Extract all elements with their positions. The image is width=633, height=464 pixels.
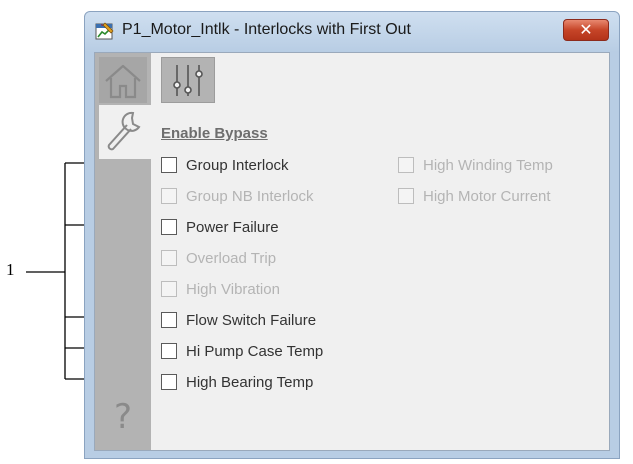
- bypass-checkbox-high-winding-temp: High Winding Temp: [398, 155, 553, 175]
- bypass-checkbox-high-vibration: High Vibration: [161, 279, 280, 299]
- help-icon: ?: [113, 397, 133, 437]
- enable-bypass-heading: Enable Bypass: [161, 125, 268, 142]
- checkbox-label: Group NB Interlock: [186, 187, 314, 205]
- checkbox-box[interactable]: [161, 157, 177, 173]
- faceplate-body: ? Enable Bypass Group Interlock Group NB …: [94, 52, 610, 451]
- help-tab[interactable]: ?: [99, 393, 147, 443]
- bypass-checkbox-high-bearing-temp[interactable]: High Bearing Temp: [161, 372, 313, 392]
- bypass-checkbox-group-interlock[interactable]: Group Interlock: [161, 155, 289, 175]
- checkbox-box: [161, 281, 177, 297]
- checkbox-label: High Bearing Temp: [186, 373, 314, 391]
- checkbox-box[interactable]: [161, 374, 177, 390]
- checkbox-label: Group Interlock: [186, 156, 289, 174]
- checkbox-label: Hi Pump Case Temp: [186, 342, 324, 360]
- bypass-checkbox-high-motor-current: High Motor Current: [398, 186, 551, 206]
- bypass-settings-tab[interactable]: [161, 57, 215, 103]
- sliders-icon: [173, 65, 203, 96]
- checkbox-label: High Motor Current: [423, 187, 551, 205]
- callout-number: 1: [6, 260, 15, 279]
- wrench-icon: [107, 111, 141, 151]
- bypass-checkbox-power-failure[interactable]: Power Failure: [161, 217, 279, 237]
- checkbox-box: [398, 188, 414, 204]
- nav-rail: ?: [95, 53, 151, 450]
- bypass-checkbox-flow-switch-failure[interactable]: Flow Switch Failure: [161, 310, 316, 330]
- checkbox-box: [161, 188, 177, 204]
- close-icon: ✕: [579, 20, 593, 39]
- bypass-checkbox-overload-trip: Overload Trip: [161, 248, 276, 268]
- checkbox-box[interactable]: [161, 312, 177, 328]
- title-bar[interactable]: P1_Motor_Intlk - Interlocks with First O…: [85, 12, 619, 50]
- home-tab[interactable]: [99, 57, 147, 103]
- bypass-checkbox-group-nb-interlock: Group NB Interlock: [161, 186, 314, 206]
- checkbox-label: Flow Switch Failure: [186, 311, 317, 329]
- checkbox-box[interactable]: [161, 219, 177, 235]
- checkbox-label: Power Failure: [186, 218, 279, 236]
- checkbox-box: [398, 157, 414, 173]
- checkbox-label: Overload Trip: [186, 249, 277, 267]
- app-icon: [95, 22, 114, 40]
- faceplate-window: P1_Motor_Intlk - Interlocks with First O…: [84, 11, 620, 459]
- maintenance-tab[interactable]: [99, 105, 151, 159]
- window-title: P1_Motor_Intlk - Interlocks with First O…: [122, 21, 411, 38]
- bypass-checkbox-hi-pump-case-temp[interactable]: Hi Pump Case Temp: [161, 341, 323, 361]
- checkbox-label: High Vibration: [186, 280, 280, 298]
- close-button[interactable]: ✕: [563, 19, 609, 41]
- checkbox-box: [161, 250, 177, 266]
- home-icon: [105, 64, 141, 99]
- checkbox-label: High Winding Temp: [423, 156, 553, 174]
- checkbox-box[interactable]: [161, 343, 177, 359]
